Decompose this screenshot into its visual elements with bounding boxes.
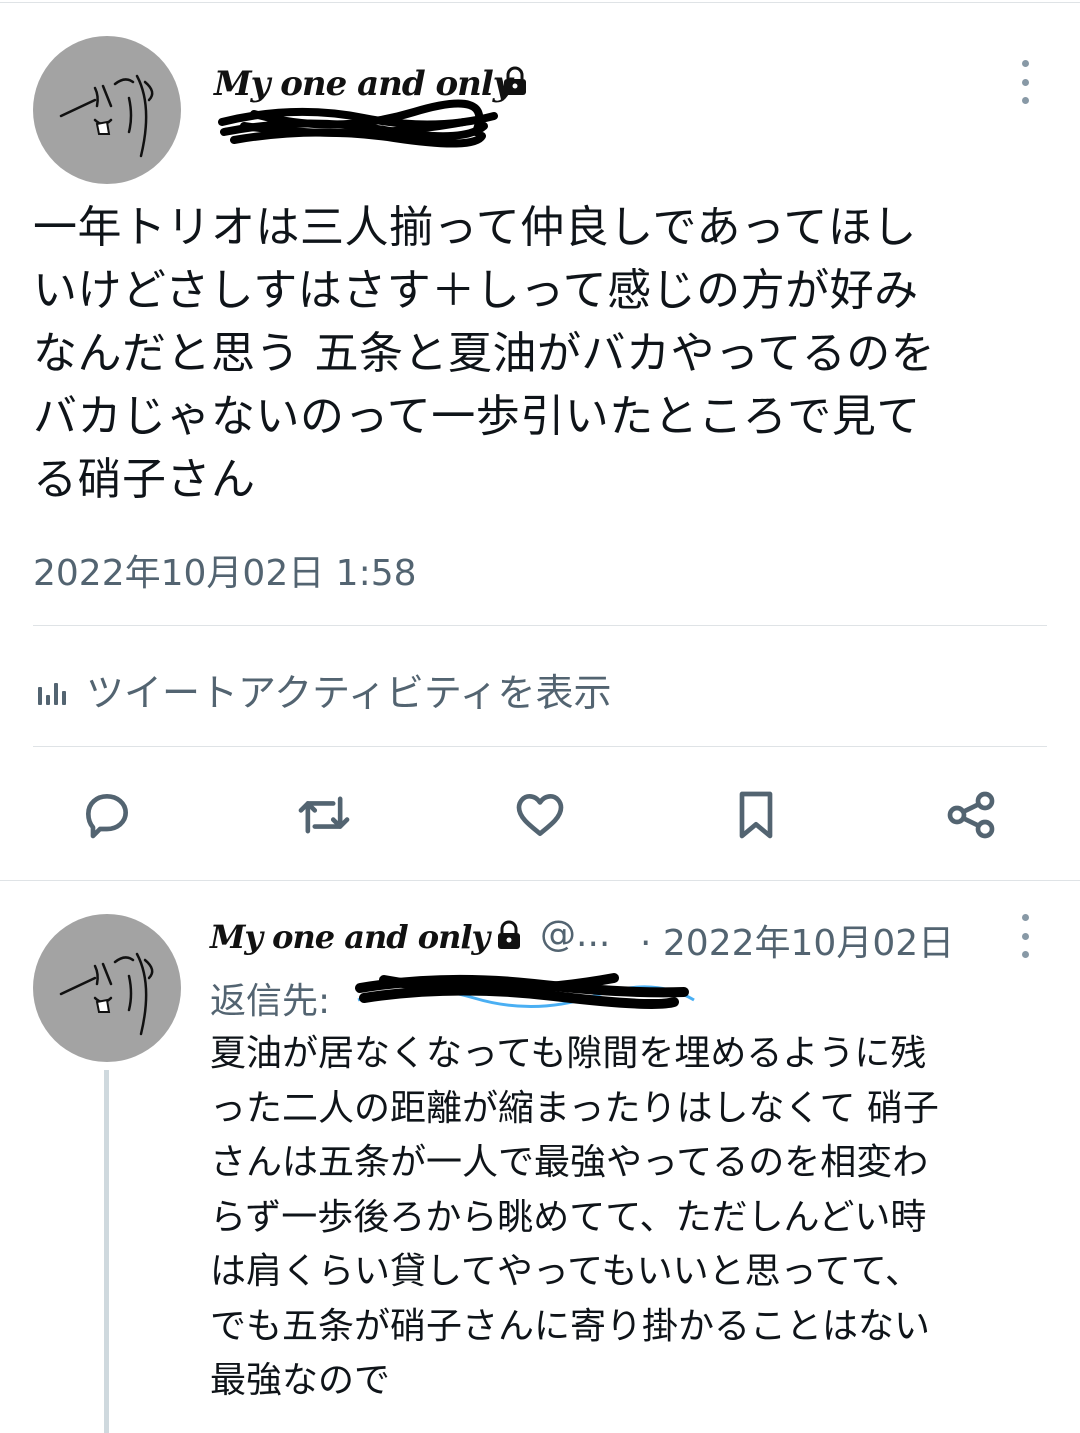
tweet-text: 一年トリオは三人揃って仲良しであってほし いけどさしすはさす＋しって感じの方が好… (33, 202, 936, 505)
display-name[interactable]: My one and only (214, 64, 513, 104)
avatar-doodle (59, 952, 154, 1036)
section-divider (0, 880, 1080, 881)
like-icon (516, 794, 564, 836)
reply-tweet-text: 夏油が居なくなっても隙間を埋めるように残 った二人の距離が縮まったりはしなくて … (210, 1033, 939, 1401)
share-button[interactable] (941, 785, 1001, 845)
reply-button[interactable] (77, 785, 137, 845)
reply-icon (86, 794, 128, 839)
lock-icon (498, 920, 520, 949)
divider (33, 746, 1047, 747)
analytics-icon (38, 682, 66, 705)
top-divider (0, 2, 1080, 3)
redaction-scribble (355, 973, 695, 1009)
more-options-icon[interactable] (1014, 914, 1036, 958)
reply-handle[interactable]: @... (540, 914, 610, 955)
reply-display-name[interactable]: My one and only (210, 918, 490, 956)
retweet-icon (298, 796, 350, 834)
bookmark-button[interactable] (726, 785, 786, 845)
more-options-icon[interactable] (1014, 60, 1036, 104)
bookmark-icon (739, 791, 773, 839)
avatar[interactable] (33, 36, 181, 184)
reply-avatar[interactable] (33, 914, 181, 1062)
retweet-button[interactable] (294, 785, 354, 845)
tweet-activity-link[interactable]: ツイートアクティビティを表示 (36, 662, 612, 717)
like-button[interactable] (510, 785, 570, 845)
share-icon (947, 791, 995, 839)
divider (33, 625, 1047, 626)
reply-date[interactable]: · 2022年10月02日 (640, 914, 954, 966)
reply-to-link[interactable] (354, 973, 704, 1016)
avatar-doodle (59, 74, 154, 158)
reply-to-label: 返信先: (210, 981, 331, 1022)
lock-icon (504, 66, 526, 95)
thread-line (104, 1070, 109, 1433)
redaction-scribble (218, 99, 498, 148)
timestamp[interactable]: 2022年10月02日 1:58 (33, 544, 417, 596)
tweet-activity-label: ツイートアクティビティを表示 (86, 671, 612, 715)
